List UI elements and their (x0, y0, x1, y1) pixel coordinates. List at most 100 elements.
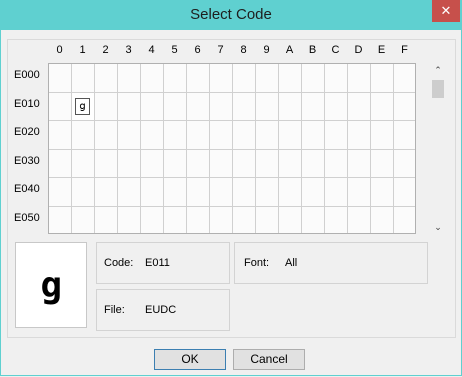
code-cell[interactable] (256, 121, 279, 150)
code-cell[interactable] (118, 64, 141, 93)
code-cell[interactable] (164, 121, 187, 150)
code-cell[interactable] (256, 64, 279, 93)
cancel-button[interactable]: Cancel (233, 349, 305, 370)
code-cell[interactable] (371, 149, 394, 178)
code-cell[interactable] (141, 178, 164, 207)
scroll-thumb[interactable] (432, 80, 444, 98)
code-cell[interactable] (302, 206, 325, 233)
code-cell[interactable] (394, 206, 415, 233)
code-cell[interactable] (348, 149, 371, 178)
code-cell[interactable] (325, 178, 348, 207)
code-cell[interactable] (279, 149, 302, 178)
code-cell[interactable] (233, 92, 256, 121)
code-cell[interactable] (256, 206, 279, 233)
code-cell[interactable] (256, 149, 279, 178)
code-cell[interactable] (210, 92, 233, 121)
code-cell[interactable] (233, 149, 256, 178)
code-cell[interactable] (348, 206, 371, 233)
code-cell[interactable] (118, 149, 141, 178)
code-cell[interactable] (118, 121, 141, 150)
code-cell[interactable] (279, 178, 302, 207)
code-cell[interactable] (325, 64, 348, 93)
code-cell[interactable] (187, 178, 210, 207)
code-cell[interactable] (233, 64, 256, 93)
code-cell[interactable] (118, 178, 141, 207)
code-cell[interactable] (118, 92, 141, 121)
code-cell[interactable] (394, 121, 415, 150)
code-cell[interactable] (95, 149, 118, 178)
ok-button[interactable]: OK (154, 349, 226, 370)
code-cell[interactable] (210, 149, 233, 178)
code-cell-selected[interactable]: ց (72, 92, 95, 121)
code-cell[interactable] (164, 92, 187, 121)
code-cell[interactable] (325, 92, 348, 121)
code-cell[interactable] (371, 178, 394, 207)
code-cell[interactable] (49, 149, 72, 178)
code-cell[interactable] (187, 92, 210, 121)
code-cell[interactable] (348, 92, 371, 121)
code-cell[interactable] (72, 206, 95, 233)
code-cell[interactable] (95, 92, 118, 121)
code-cell[interactable] (302, 178, 325, 207)
code-cell[interactable] (141, 121, 164, 150)
code-cell[interactable] (141, 149, 164, 178)
code-cell[interactable] (233, 178, 256, 207)
code-cell[interactable] (325, 206, 348, 233)
code-cell[interactable] (49, 121, 72, 150)
code-cell[interactable] (348, 64, 371, 93)
code-cell[interactable] (141, 92, 164, 121)
code-cell[interactable] (164, 64, 187, 93)
code-cell[interactable] (95, 121, 118, 150)
code-cell[interactable] (279, 206, 302, 233)
code-cell[interactable] (210, 121, 233, 150)
code-cell[interactable] (187, 206, 210, 233)
code-cell[interactable] (302, 92, 325, 121)
scroll-down-icon[interactable]: ⌄ (430, 220, 446, 234)
code-grid[interactable]: ց (48, 63, 416, 234)
code-cell[interactable] (187, 121, 210, 150)
grid-scrollbar[interactable]: ⌃ ⌄ (430, 63, 446, 234)
code-cell[interactable] (279, 92, 302, 121)
code-cell[interactable] (233, 121, 256, 150)
code-cell[interactable] (141, 206, 164, 233)
code-cell[interactable] (95, 178, 118, 207)
code-cell[interactable] (233, 206, 256, 233)
code-cell[interactable] (279, 64, 302, 93)
code-cell[interactable] (325, 121, 348, 150)
code-cell[interactable] (95, 64, 118, 93)
code-cell[interactable] (72, 64, 95, 93)
code-cell[interactable] (141, 64, 164, 93)
code-cell[interactable] (210, 64, 233, 93)
code-cell[interactable] (49, 64, 72, 93)
code-cell[interactable] (49, 92, 72, 121)
code-cell[interactable] (302, 64, 325, 93)
code-cell[interactable] (164, 206, 187, 233)
code-cell[interactable] (187, 64, 210, 93)
scroll-up-icon[interactable]: ⌃ (430, 63, 446, 77)
code-cell[interactable] (72, 149, 95, 178)
code-cell[interactable] (371, 206, 394, 233)
code-cell[interactable] (394, 149, 415, 178)
code-cell[interactable] (348, 178, 371, 207)
code-cell[interactable] (394, 64, 415, 93)
code-cell[interactable] (302, 121, 325, 150)
code-cell[interactable] (325, 149, 348, 178)
code-cell[interactable] (164, 149, 187, 178)
code-cell[interactable] (371, 121, 394, 150)
code-cell[interactable] (210, 178, 233, 207)
code-cell[interactable] (210, 206, 233, 233)
code-cell[interactable] (187, 149, 210, 178)
code-cell[interactable] (394, 178, 415, 207)
code-cell[interactable] (95, 206, 118, 233)
code-cell[interactable] (256, 178, 279, 207)
code-cell[interactable] (394, 92, 415, 121)
code-cell[interactable] (118, 206, 141, 233)
code-cell[interactable] (49, 206, 72, 233)
code-cell[interactable] (302, 149, 325, 178)
code-cell[interactable] (279, 121, 302, 150)
code-cell[interactable] (72, 178, 95, 207)
code-cell[interactable] (256, 92, 279, 121)
code-cell[interactable] (371, 64, 394, 93)
code-cell[interactable] (49, 178, 72, 207)
close-button[interactable]: ✕ (432, 0, 460, 22)
